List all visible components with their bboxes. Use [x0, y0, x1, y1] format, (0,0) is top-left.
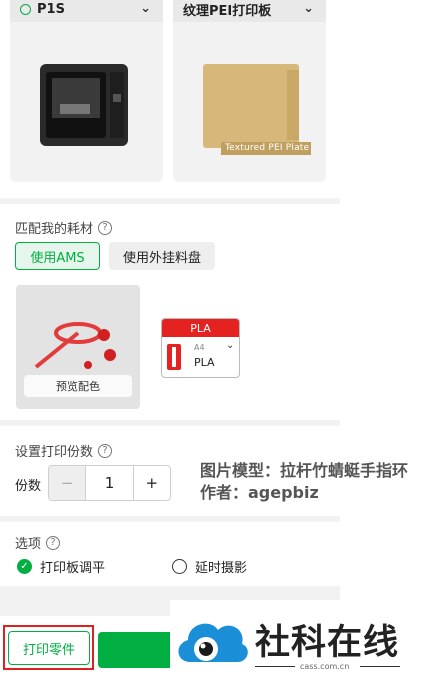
filament-section-title: 匹配我的耗材 ?: [15, 218, 113, 237]
help-icon[interactable]: ?: [46, 535, 61, 550]
printer-status-icon: [20, 3, 31, 15]
timelapse-option[interactable]: 延时摄影: [172, 557, 247, 576]
increment-button[interactable]: +: [134, 466, 170, 500]
divider: [0, 516, 340, 522]
plate-selector[interactable]: 纹理PEI打印板 ⌄: [173, 0, 326, 22]
preview-colors-button[interactable]: 预览配色: [24, 375, 132, 397]
watermark-model: 图片模型：拉杆竹蜻蜓手指环: [200, 461, 409, 480]
logo-rule: [255, 666, 295, 667]
print-plate-button[interactable]: [98, 632, 178, 668]
unchecked-radio-icon[interactable]: [172, 559, 187, 574]
checked-radio-icon[interactable]: ✓: [17, 559, 32, 574]
divider: [0, 420, 340, 426]
options-section-title: 选项 ?: [15, 533, 61, 552]
printer-name: P1S: [37, 1, 65, 17]
use-external-spool-button[interactable]: 使用外挂料盘: [109, 242, 215, 270]
site-logo: 社科在线 cass.com.cn: [170, 600, 421, 681]
help-icon[interactable]: ?: [98, 220, 113, 235]
plate-name: 纹理PEI打印板: [183, 3, 272, 19]
printer-card[interactable]: P1S ⌄: [10, 0, 163, 182]
color-preview-thumbnail[interactable]: 预览配色: [16, 285, 140, 409]
spool-icon: [167, 344, 181, 370]
print-part-button[interactable]: 打印零件: [8, 631, 90, 665]
use-ams-button[interactable]: 使用AMS: [15, 242, 100, 270]
chevron-down-icon[interactable]: ⌄: [226, 340, 234, 351]
help-icon[interactable]: ?: [98, 443, 113, 458]
bed-leveling-option[interactable]: ✓ 打印板调平: [17, 557, 105, 576]
plate-card[interactable]: 纹理PEI打印板 ⌄ Textured PEI Plate: [173, 0, 326, 182]
copies-label: 份数: [15, 479, 42, 494]
plate-image-caption: Textured PEI Plate: [225, 143, 310, 153]
model-preview-image: [34, 322, 116, 369]
divider: [0, 198, 340, 204]
decrement-button[interactable]: −: [49, 466, 87, 500]
logo-subtext: cass.com.cn: [300, 662, 350, 671]
watermark-author: 作者：agepbiz: [200, 483, 319, 502]
chevron-down-icon[interactable]: ⌄: [303, 1, 314, 16]
filament-slot[interactable]: PLA A4 PLA ⌄: [161, 318, 240, 378]
copies-section-title: 设置打印份数 ?: [15, 441, 113, 460]
chevron-down-icon[interactable]: ⌄: [140, 1, 151, 16]
copies-stepper[interactable]: − 1 +: [48, 465, 171, 501]
logo-text: 社科在线: [255, 623, 400, 663]
logo-rule: [360, 666, 400, 667]
copies-input[interactable]: 1: [86, 466, 134, 500]
printer-selector[interactable]: P1S ⌄: [10, 0, 163, 22]
filament-type-label: PLA: [162, 319, 239, 337]
printer-image: [40, 64, 128, 146]
slot-label: A4: [194, 343, 205, 352]
filament-material: PLA: [194, 356, 215, 369]
cloud-logo-icon: [178, 623, 248, 662]
